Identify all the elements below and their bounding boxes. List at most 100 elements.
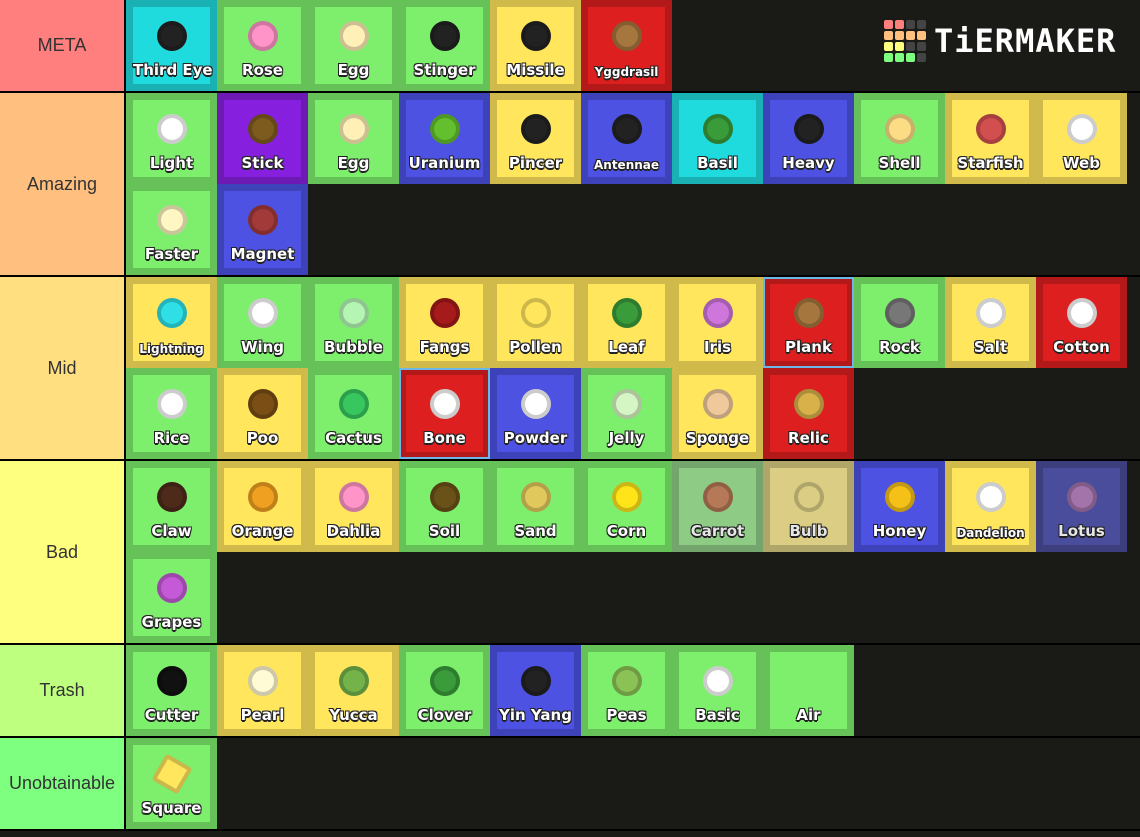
tier-item-honey[interactable]: Honey [854, 461, 945, 552]
square-icon [151, 753, 192, 795]
tier-label[interactable]: Mid [0, 277, 126, 459]
logo-grid-cell [917, 31, 926, 40]
item-name: Starfish [957, 154, 1024, 172]
item-name: Claw [151, 522, 192, 540]
tier-item-third-eye[interactable]: Third Eye [126, 0, 217, 91]
relic-icon [793, 385, 824, 423]
dahlia-icon [338, 478, 369, 516]
pearl-icon [247, 662, 278, 700]
tier-item-leaf[interactable]: Leaf [581, 277, 672, 368]
tier-item-yggdrasil[interactable]: Yggdrasil [581, 0, 672, 91]
item-name: Shell [878, 154, 921, 172]
tier-item-rock[interactable]: Rock [854, 277, 945, 368]
item-name: Relic [788, 429, 829, 447]
tier-item-antennae[interactable]: Antennae [581, 93, 672, 184]
sand-icon [520, 478, 551, 516]
faster-icon [156, 201, 187, 239]
tier-item-shell[interactable]: Shell [854, 93, 945, 184]
tier-label[interactable]: Unobtainable [0, 738, 126, 829]
item-name: Soil [428, 522, 461, 540]
web-icon [1066, 110, 1097, 148]
tier-item-egg[interactable]: Egg [308, 0, 399, 91]
tier-item-faster[interactable]: Faster [126, 184, 217, 275]
tier-item-light[interactable]: Light [126, 93, 217, 184]
tier-item-jelly[interactable]: Jelly [581, 368, 672, 459]
item-name: Egg [337, 61, 370, 79]
tier-item-magnet[interactable]: Magnet [217, 184, 308, 275]
powder-icon [520, 385, 551, 423]
tier-item-soil[interactable]: Soil [399, 461, 490, 552]
tier-item-wing[interactable]: Wing [217, 277, 308, 368]
tier-items: Lightning Wing Bubble Fangs Pollen Leaf Iris Pl… [126, 277, 1138, 459]
tier-item-heavy[interactable]: Heavy [763, 93, 854, 184]
tier-label[interactable]: META [0, 0, 126, 91]
tier-item-fangs[interactable]: Fangs [399, 277, 490, 368]
logo-grid-cell [895, 31, 904, 40]
tier-item-orange[interactable]: Orange [217, 461, 308, 552]
tier-item-pollen[interactable]: Pollen [490, 277, 581, 368]
wing-icon [247, 294, 278, 332]
tier-item-bone[interactable]: Bone [399, 368, 490, 459]
tier-item-plank[interactable]: Plank [763, 277, 854, 368]
tier-item-pearl[interactable]: Pearl [217, 645, 308, 736]
tier-item-bulb[interactable]: Bulb [763, 461, 854, 552]
tier-item-lightning[interactable]: Lightning [126, 277, 217, 368]
starfish-icon [975, 110, 1006, 148]
tier-row: Mid Lightning Wing Bubble Fangs Pollen Leaf Iri… [0, 277, 1140, 461]
tier-item-grapes[interactable]: Grapes [126, 552, 217, 643]
tier-item-carrot[interactable]: Carrot [672, 461, 763, 552]
pollen-icon [520, 294, 551, 332]
item-name: Missile [506, 61, 565, 79]
tier-item-peas[interactable]: Peas [581, 645, 672, 736]
basil-icon [702, 110, 733, 148]
magnet-icon [247, 201, 278, 239]
tier-item-uranium[interactable]: Uranium [399, 93, 490, 184]
tier-item-dandelion[interactable]: Dandelion [945, 461, 1036, 552]
logo-grid-cell [895, 42, 904, 51]
tier-label[interactable]: Trash [0, 645, 126, 736]
tier-item-square[interactable]: Square [126, 738, 217, 829]
tier-item-basic[interactable]: Basic [672, 645, 763, 736]
tier-item-basil[interactable]: Basil [672, 93, 763, 184]
clover-icon [429, 662, 460, 700]
tier-item-stick[interactable]: Stick [217, 93, 308, 184]
tier-item-claw[interactable]: Claw [126, 461, 217, 552]
tier-label[interactable]: Amazing [0, 93, 126, 275]
tier-item-lotus[interactable]: Lotus [1036, 461, 1127, 552]
logo-grid-cell [884, 31, 893, 40]
tier-item-stinger[interactable]: Stinger [399, 0, 490, 91]
pincer-icon [520, 110, 551, 148]
item-name: Dahlia [326, 522, 381, 540]
tier-item-starfish[interactable]: Starfish [945, 93, 1036, 184]
tier-item-missile[interactable]: Missile [490, 0, 581, 91]
tier-item-cactus[interactable]: Cactus [308, 368, 399, 459]
tier-item-poo[interactable]: Poo [217, 368, 308, 459]
tier-item-cutter[interactable]: Cutter [126, 645, 217, 736]
tier-item-relic[interactable]: Relic [763, 368, 854, 459]
lightning-icon [156, 294, 187, 332]
yucca-icon [338, 662, 369, 700]
tier-item-rice[interactable]: Rice [126, 368, 217, 459]
tier-label[interactable]: Bad [0, 461, 126, 643]
tier-item-web[interactable]: Web [1036, 93, 1127, 184]
tier-item-pincer[interactable]: Pincer [490, 93, 581, 184]
tier-item-sponge[interactable]: Sponge [672, 368, 763, 459]
tier-item-clover[interactable]: Clover [399, 645, 490, 736]
tier-item-bubble[interactable]: Bubble [308, 277, 399, 368]
item-name: Sponge [685, 429, 750, 447]
tier-item-air[interactable]: Air [763, 645, 854, 736]
tier-item-iris[interactable]: Iris [672, 277, 763, 368]
tier-item-yin-yang[interactable]: Yin Yang [490, 645, 581, 736]
tier-item-corn[interactable]: Corn [581, 461, 672, 552]
tier-item-egg[interactable]: Egg [308, 93, 399, 184]
tier-item-dahlia[interactable]: Dahlia [308, 461, 399, 552]
tier-item-rose[interactable]: Rose [217, 0, 308, 91]
tier-item-powder[interactable]: Powder [490, 368, 581, 459]
tier-item-yucca[interactable]: Yucca [308, 645, 399, 736]
tier-item-cotton[interactable]: Cotton [1036, 277, 1127, 368]
tier-item-salt[interactable]: Salt [945, 277, 1036, 368]
logo-grid-cell [917, 42, 926, 51]
item-name: Faster [144, 245, 199, 263]
tier-item-sand[interactable]: Sand [490, 461, 581, 552]
item-name: Wing [240, 338, 285, 356]
